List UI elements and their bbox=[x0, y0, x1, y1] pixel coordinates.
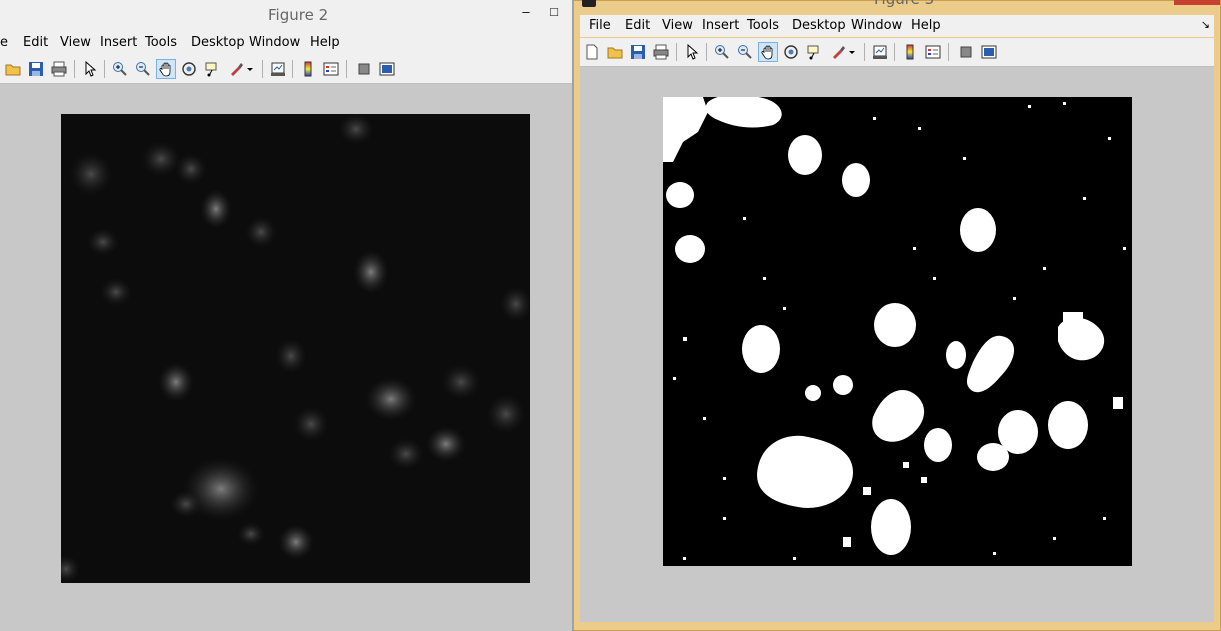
zoom-in-icon[interactable] bbox=[110, 59, 130, 79]
menu-tools[interactable]: Tools bbox=[747, 18, 779, 33]
menu-window[interactable]: Window bbox=[851, 18, 902, 33]
figure-3-canvas bbox=[580, 67, 1214, 622]
link-plot-icon[interactable] bbox=[870, 42, 890, 62]
rotate-3d-icon[interactable] bbox=[179, 59, 199, 79]
zoom-in-icon[interactable] bbox=[712, 42, 732, 62]
legend-icon[interactable] bbox=[923, 42, 943, 62]
menu-help[interactable]: Help bbox=[911, 18, 941, 33]
select-arrow-icon[interactable] bbox=[80, 59, 100, 79]
brush-icon[interactable] bbox=[828, 42, 848, 62]
menu-file[interactable]: e bbox=[0, 35, 8, 50]
open-file-icon[interactable] bbox=[605, 42, 625, 62]
figure-3-window: Figure 3 File Edit View Insert Tools Des… bbox=[573, 0, 1221, 631]
brush-dropdown-icon[interactable] bbox=[244, 59, 256, 79]
zoom-out-icon[interactable] bbox=[133, 59, 153, 79]
minimize-button[interactable]: – bbox=[515, 3, 537, 21]
figure-3-titlebar[interactable]: Figure 3 bbox=[574, 0, 1220, 11]
brush-icon[interactable] bbox=[226, 59, 246, 79]
menu-edit[interactable]: Edit bbox=[23, 35, 48, 50]
figure-3-menubar: File Edit View Insert Tools Desktop Wind… bbox=[580, 15, 1214, 37]
figure-2-canvas bbox=[0, 84, 572, 631]
rotate-3d-icon[interactable] bbox=[781, 42, 801, 62]
menu-desktop[interactable]: Desktop bbox=[191, 35, 245, 50]
figure-2-menubar: e Edit View Insert Tools Desktop Window … bbox=[0, 32, 572, 54]
menu-edit[interactable]: Edit bbox=[625, 18, 650, 33]
print-icon[interactable] bbox=[49, 59, 69, 79]
save-icon[interactable] bbox=[628, 42, 648, 62]
figure-3-title: Figure 3 bbox=[874, 0, 934, 8]
menu-help[interactable]: Help bbox=[310, 35, 340, 50]
figure-2-title: Figure 2 bbox=[268, 6, 329, 24]
hide-plot-tools-icon[interactable] bbox=[956, 42, 976, 62]
menu-view[interactable]: View bbox=[662, 18, 693, 33]
menu-view[interactable]: View bbox=[60, 35, 91, 50]
colorbar-icon[interactable] bbox=[298, 59, 318, 79]
data-cursor-icon[interactable] bbox=[804, 42, 824, 62]
figure-2-window: Figure 2 – □ e Edit View Insert Tools De… bbox=[0, 0, 573, 631]
menu-window[interactable]: Window bbox=[249, 35, 300, 50]
new-figure-icon[interactable] bbox=[582, 42, 602, 62]
matlab-figure-icon bbox=[582, 0, 596, 7]
show-plot-tools-icon[interactable] bbox=[377, 59, 397, 79]
figure-2-toolbar bbox=[0, 55, 572, 84]
print-icon[interactable] bbox=[651, 42, 671, 62]
binary-image[interactable] bbox=[663, 97, 1132, 566]
data-cursor-icon[interactable] bbox=[202, 59, 222, 79]
grayscale-image[interactable] bbox=[61, 114, 530, 583]
pan-hand-icon[interactable] bbox=[758, 42, 778, 62]
menu-file[interactable]: File bbox=[589, 18, 611, 33]
figure-3-toolbar bbox=[580, 38, 1214, 67]
hide-plot-tools-icon[interactable] bbox=[354, 59, 374, 79]
close-button[interactable] bbox=[1174, 0, 1220, 5]
zoom-out-icon[interactable] bbox=[735, 42, 755, 62]
menu-tools[interactable]: Tools bbox=[145, 35, 177, 50]
menu-insert[interactable]: Insert bbox=[702, 18, 739, 33]
figure-2-titlebar[interactable]: Figure 2 – □ bbox=[0, 0, 572, 32]
show-plot-tools-icon[interactable] bbox=[979, 42, 999, 62]
pan-hand-icon[interactable] bbox=[156, 59, 176, 79]
legend-icon[interactable] bbox=[321, 59, 341, 79]
menu-desktop[interactable]: Desktop bbox=[792, 18, 846, 33]
open-file-icon[interactable] bbox=[3, 59, 23, 79]
save-icon[interactable] bbox=[26, 59, 46, 79]
brush-dropdown-icon[interactable] bbox=[846, 42, 858, 62]
link-plot-icon[interactable] bbox=[268, 59, 288, 79]
colorbar-icon[interactable] bbox=[900, 42, 920, 62]
dock-icon[interactable]: ↘ bbox=[1201, 18, 1210, 31]
maximize-button[interactable]: □ bbox=[543, 3, 565, 21]
menu-insert[interactable]: Insert bbox=[100, 35, 137, 50]
select-arrow-icon[interactable] bbox=[682, 42, 702, 62]
